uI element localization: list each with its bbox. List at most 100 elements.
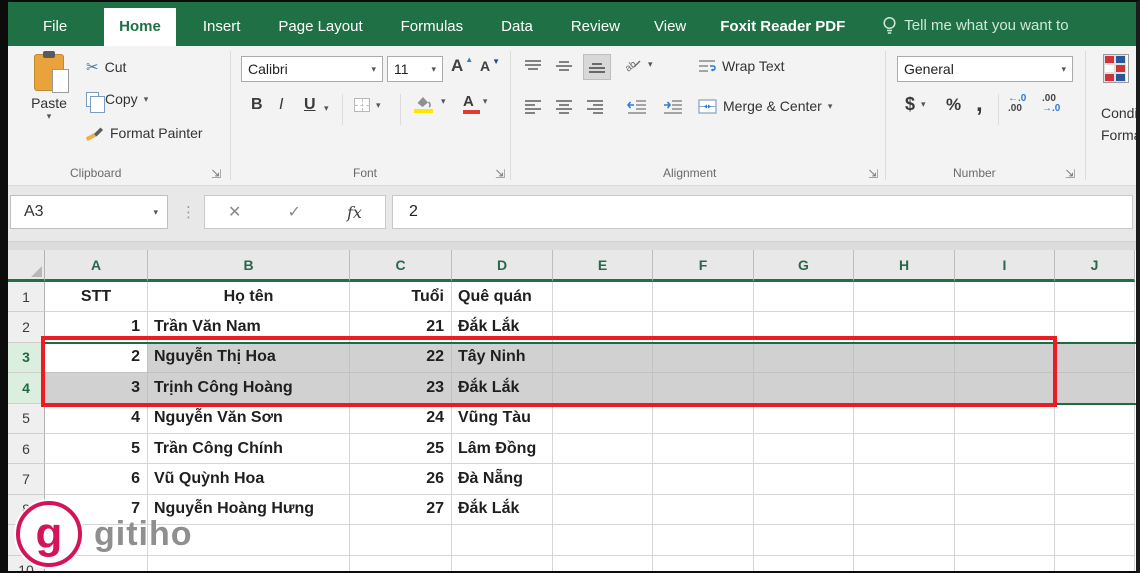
cell[interactable] (754, 282, 854, 313)
cancel-icon[interactable]: ✕ (228, 202, 241, 222)
cell[interactable] (1055, 555, 1135, 571)
cell[interactable] (553, 282, 653, 313)
merge-center-dropdown-arrow[interactable]: ▾ (828, 101, 833, 112)
column-header-f[interactable]: F (653, 250, 754, 282)
tab-foxit-reader-pdf[interactable]: Foxit Reader PDF (705, 8, 860, 46)
cell[interactable] (553, 494, 653, 526)
cell[interactable] (653, 433, 754, 465)
cell[interactable] (754, 494, 854, 526)
font-color-dropdown-arrow[interactable]: ▾ (483, 96, 488, 107)
tab-view[interactable]: View (639, 8, 701, 46)
borders-button[interactable]: ▾ (354, 98, 381, 112)
column-header-c[interactable]: C (350, 250, 452, 282)
tab-formulas[interactable]: Formulas (386, 8, 479, 46)
number-dialog-launcher-icon[interactable]: ⇲ (1065, 168, 1075, 180)
font-dialog-launcher-icon[interactable]: ⇲ (495, 168, 505, 180)
cell[interactable]: Trần Công Chính (148, 433, 350, 465)
cell[interactable] (553, 464, 653, 495)
fill-color-dropdown-arrow[interactable]: ▾ (441, 96, 446, 107)
tab-review[interactable]: Review (556, 8, 635, 46)
row-header-6[interactable]: 6 (8, 433, 45, 465)
cell[interactable] (452, 525, 553, 556)
decrease-indent-button[interactable] (624, 96, 650, 117)
column-header-a[interactable]: A (45, 250, 148, 282)
cell[interactable] (553, 555, 653, 571)
name-box[interactable]: A3 ▾ (10, 195, 168, 229)
align-center-button[interactable] (552, 96, 576, 117)
decrease-font-size-button[interactable]: A ▼ (480, 57, 504, 75)
cell[interactable] (854, 282, 955, 313)
cell[interactable]: STT (45, 282, 148, 313)
increase-decimal-button[interactable]: ←.0.00 (1008, 94, 1026, 114)
cell[interactable] (1055, 403, 1135, 434)
column-header-e[interactable]: E (553, 250, 653, 282)
cell[interactable] (754, 464, 854, 495)
font-family-combo[interactable]: Calibri ▾ (241, 56, 383, 82)
tab-home[interactable]: Home (104, 8, 176, 46)
cell[interactable]: Họ tên (148, 282, 350, 313)
cell[interactable]: Đắk Lắk (452, 494, 553, 526)
cell[interactable] (854, 403, 955, 434)
increase-indent-button[interactable] (660, 96, 686, 117)
cell[interactable] (955, 555, 1055, 571)
cell[interactable]: Vũ Quỳnh Hoa (148, 464, 350, 495)
tab-file[interactable]: File (28, 8, 82, 46)
cell[interactable] (955, 525, 1055, 556)
copy-dropdown-arrow[interactable]: ▾ (144, 94, 149, 105)
conditional-formatting-label[interactable]: Conditional Formatting (1101, 102, 1136, 146)
cell[interactable] (754, 555, 854, 571)
cell[interactable] (653, 403, 754, 434)
bold-button[interactable]: B (251, 96, 263, 114)
cell[interactable] (553, 525, 653, 556)
borders-dropdown-arrow[interactable]: ▾ (376, 100, 381, 111)
cut-button[interactable]: ✂ Cut (86, 58, 126, 76)
percent-style-button[interactable]: % (946, 95, 961, 115)
cell[interactable] (1055, 342, 1135, 374)
align-left-button[interactable] (521, 96, 545, 117)
column-header-d[interactable]: D (452, 250, 553, 282)
cell[interactable] (754, 433, 854, 465)
align-right-button[interactable] (583, 96, 607, 117)
cell[interactable]: 24 (350, 403, 452, 434)
cell[interactable] (1055, 312, 1135, 343)
cell[interactable]: 5 (45, 433, 148, 465)
cell[interactable] (955, 464, 1055, 495)
increase-font-size-button[interactable]: A ▲ (451, 55, 477, 76)
cell[interactable]: Nguyễn Văn Sơn (148, 403, 350, 434)
cell[interactable] (553, 433, 653, 465)
paste-button[interactable]: Paste ▾ (22, 51, 76, 122)
cell[interactable] (854, 494, 955, 526)
cell[interactable] (350, 525, 452, 556)
orientation-button[interactable]: ab ▾ (625, 56, 653, 73)
cell[interactable] (1055, 433, 1135, 465)
formula-input[interactable]: 2 (392, 195, 1133, 229)
copy-button[interactable]: Copy ▾ (86, 91, 149, 113)
cell[interactable] (854, 555, 955, 571)
font-size-combo[interactable]: 11 ▾ (387, 56, 443, 82)
italic-button[interactable]: I (279, 96, 283, 114)
cell[interactable] (854, 525, 955, 556)
cell[interactable] (553, 403, 653, 434)
row-header-3[interactable]: 3 (8, 342, 45, 374)
cell[interactable] (854, 433, 955, 465)
cell[interactable] (955, 494, 1055, 526)
cell[interactable] (1055, 464, 1135, 495)
formula-bar-resize-handle[interactable]: ⋮ (181, 203, 196, 221)
column-header-j[interactable]: J (1055, 250, 1135, 282)
cell[interactable] (653, 525, 754, 556)
cell[interactable]: Lâm Đồng (452, 433, 553, 465)
tab-page-layout[interactable]: Page Layout (263, 8, 377, 46)
cell[interactable] (1055, 282, 1135, 313)
cell[interactable] (452, 555, 553, 571)
underline-button[interactable]: U (304, 96, 316, 114)
orientation-dropdown-arrow[interactable]: ▾ (648, 59, 653, 70)
decrease-decimal-button[interactable]: .00 →.0 (1042, 94, 1060, 114)
column-header-b[interactable]: B (148, 250, 350, 282)
paste-dropdown-arrow[interactable]: ▾ (22, 111, 76, 122)
merge-center-button[interactable]: Merge & Center ▾ (698, 98, 832, 114)
column-header-h[interactable]: H (854, 250, 955, 282)
insert-function-icon[interactable]: fx (347, 203, 362, 222)
enter-icon[interactable]: ✓ (288, 202, 301, 222)
cell[interactable]: 4 (45, 403, 148, 434)
cell[interactable]: Tuổi (350, 282, 452, 313)
